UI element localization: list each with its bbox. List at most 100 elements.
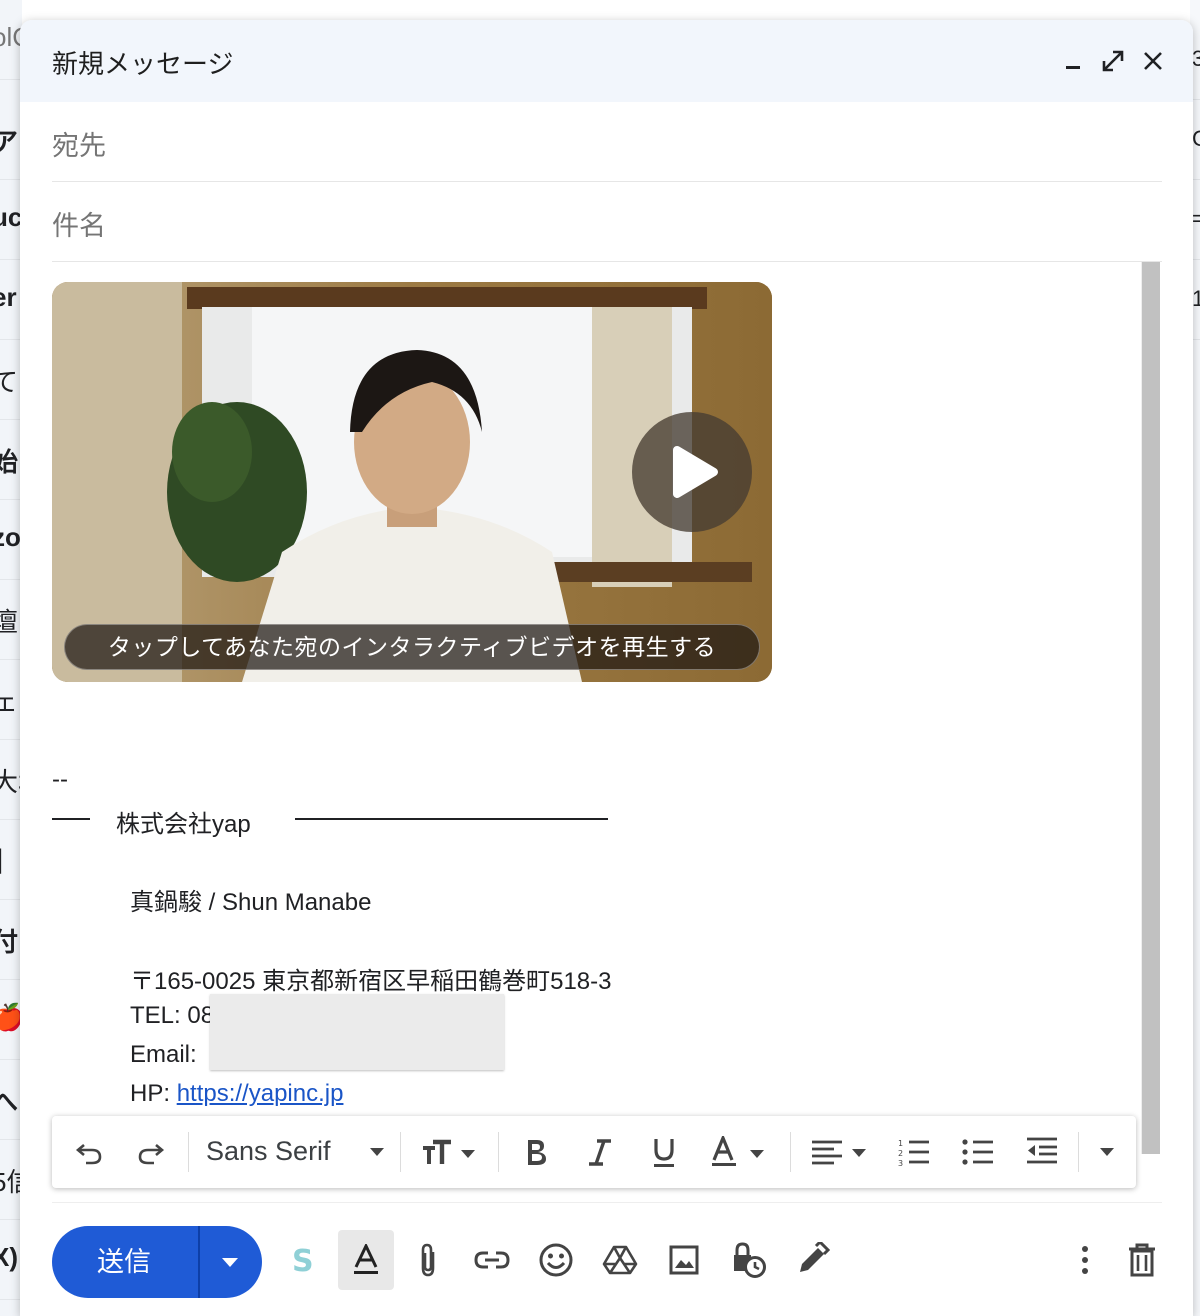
formatting-icon[interactable] bbox=[338, 1230, 394, 1290]
signature-icon[interactable] bbox=[784, 1230, 840, 1290]
inbox-row[interactable]: 始 bbox=[0, 420, 22, 500]
inbox-row-text: てい bbox=[0, 362, 22, 399]
toolbar-separator bbox=[188, 1132, 189, 1172]
inbox-row-text: 大3 bbox=[0, 762, 22, 799]
compose-window: 新規メッセージ 宛先 件名 タップしてあなた宛のインタラクティブビデオを再生する… bbox=[20, 20, 1193, 1316]
indent-less-icon[interactable] bbox=[1020, 1116, 1064, 1188]
to-placeholder: 宛先 bbox=[52, 131, 106, 161]
toolbar-separator bbox=[498, 1132, 499, 1172]
attach-icon[interactable] bbox=[400, 1230, 456, 1290]
inbox-row[interactable]: zo bbox=[0, 500, 22, 580]
inbox-row[interactable]: 大3 bbox=[0, 740, 22, 820]
font-size-icon[interactable] bbox=[414, 1116, 488, 1188]
inbox-row-text: = bbox=[1192, 206, 1200, 231]
trash-icon[interactable] bbox=[1114, 1230, 1170, 1290]
font-select[interactable]: Sans Serif bbox=[206, 1136, 331, 1167]
inbox-row-text: er bbox=[0, 282, 17, 312]
link-icon[interactable] bbox=[464, 1230, 520, 1290]
inbox-row[interactable]: 5信 bbox=[0, 1140, 22, 1220]
bulleted-list-icon[interactable] bbox=[956, 1116, 1000, 1188]
inbox-row-text: へ bbox=[0, 1082, 18, 1119]
inbox-row[interactable]: へ bbox=[0, 1060, 22, 1140]
signature-rule-right bbox=[295, 818, 608, 820]
signature-name: 真鍋駿 / Shun Manabe bbox=[130, 889, 372, 916]
inbox-row-text: 🍎 bbox=[0, 1002, 22, 1033]
inbox-row[interactable]: 🍎 bbox=[0, 980, 22, 1060]
signature-company: 株式会社yap bbox=[116, 811, 251, 838]
redo-icon[interactable] bbox=[126, 1116, 176, 1188]
subject-placeholder: 件名 bbox=[52, 211, 106, 241]
signature-rule-left bbox=[52, 818, 90, 820]
inbox-row[interactable]: 付 bbox=[0, 900, 22, 980]
redaction-box bbox=[210, 994, 504, 1070]
inbox-row[interactable]: 】 bbox=[0, 820, 22, 900]
bottom-divider bbox=[52, 1202, 1162, 1203]
inbox-row-text: ア bbox=[0, 122, 18, 159]
signature-separator: -- bbox=[52, 766, 68, 793]
s-extension-icon[interactable]: S bbox=[274, 1230, 330, 1290]
inbox-row-text: 壇 bbox=[0, 602, 18, 639]
inbox-row-text: 】 bbox=[0, 842, 18, 879]
toolbar-separator bbox=[400, 1132, 401, 1172]
svg-text:3: 3 bbox=[898, 1159, 903, 1167]
svg-text:2: 2 bbox=[898, 1149, 903, 1158]
emoji-icon[interactable] bbox=[528, 1230, 584, 1290]
inbox-row[interactable]: てい bbox=[0, 340, 22, 420]
chevron-down-icon[interactable] bbox=[362, 1116, 392, 1188]
underline-icon[interactable] bbox=[642, 1116, 686, 1188]
to-field[interactable]: 宛先 bbox=[52, 102, 1162, 182]
align-icon[interactable] bbox=[804, 1116, 876, 1188]
signature-tel: TEL: 08 bbox=[130, 1002, 215, 1029]
inbox-row[interactable]: er bbox=[0, 260, 22, 340]
photo-icon[interactable] bbox=[656, 1230, 712, 1290]
confidential-icon[interactable] bbox=[720, 1230, 776, 1290]
svg-text:S: S bbox=[292, 1244, 314, 1277]
chevron-down-icon bbox=[222, 1258, 238, 1267]
inbox-row[interactable]: ェミ bbox=[0, 660, 22, 740]
inbox-row-text: ェミ bbox=[0, 682, 22, 719]
send-button[interactable]: 送信 bbox=[52, 1226, 196, 1298]
inbox-row-text: C bbox=[1192, 126, 1200, 151]
compose-title: 新規メッセージ bbox=[52, 49, 234, 79]
drive-icon[interactable] bbox=[592, 1230, 648, 1290]
inbox-row[interactable]: olC bbox=[0, 0, 22, 80]
formatting-toolbar: Sans Serif 123 bbox=[52, 1116, 1136, 1188]
svg-text:1: 1 bbox=[898, 1139, 903, 1148]
subject-field[interactable]: 件名 bbox=[52, 182, 1162, 262]
compose-title-bar[interactable]: 新規メッセージ bbox=[20, 20, 1193, 102]
bold-icon[interactable] bbox=[514, 1116, 558, 1188]
italic-icon[interactable] bbox=[578, 1116, 622, 1188]
inbox-row[interactable]: 壇 bbox=[0, 580, 22, 660]
inbox-row-text: 1 bbox=[1192, 286, 1200, 311]
inbox-row-text: 5信 bbox=[0, 1162, 22, 1199]
text-color-icon[interactable] bbox=[706, 1116, 776, 1188]
signature-address: 〒165-0025 東京都新宿区早稲田鶴巻町518-3 bbox=[130, 968, 612, 995]
numbered-list-icon[interactable]: 123 bbox=[892, 1116, 936, 1188]
video-thumbnail[interactable]: タップしてあなた宛のインタラクティブビデオを再生する bbox=[52, 282, 772, 682]
more-formatting-icon[interactable] bbox=[1092, 1116, 1122, 1188]
inbox-row[interactable]: ア bbox=[0, 100, 22, 180]
expand-icon[interactable] bbox=[1100, 48, 1126, 74]
inbox-row-text: 3 bbox=[1192, 46, 1200, 71]
inbox-row[interactable]: uc bbox=[0, 180, 22, 260]
more-options-icon[interactable] bbox=[1058, 1230, 1112, 1290]
play-icon[interactable] bbox=[632, 412, 752, 532]
signature-hp: HP: https://yapinc.jp bbox=[130, 1080, 343, 1108]
signature-hp-label: HP: bbox=[130, 1080, 171, 1107]
send-button-group: 送信 bbox=[52, 1226, 262, 1298]
minimize-icon[interactable] bbox=[1060, 48, 1086, 74]
schedule-send-button[interactable] bbox=[198, 1226, 262, 1298]
inbox-row-text: uc bbox=[0, 202, 22, 232]
toolbar-separator bbox=[790, 1132, 791, 1172]
undo-icon[interactable] bbox=[64, 1116, 114, 1188]
video-caption[interactable]: タップしてあなた宛のインタラクティブビデオを再生する bbox=[64, 624, 760, 670]
inbox-row[interactable]: X) bbox=[0, 1220, 22, 1300]
inbox-row-text: 始 bbox=[0, 442, 18, 479]
inbox-row-text: zo bbox=[0, 522, 21, 552]
inbox-background-left: olC ア uc er てい 始 zo 壇 ェミ 大3 】 付 🍎 へ 5信 X… bbox=[0, 0, 22, 1316]
inbox-row-text: X) bbox=[0, 1242, 18, 1272]
close-icon[interactable] bbox=[1140, 48, 1166, 74]
inbox-row-text: olC bbox=[0, 22, 22, 52]
signature-hp-link[interactable]: https://yapinc.jp bbox=[177, 1080, 344, 1107]
scrollbar-thumb[interactable] bbox=[1142, 262, 1160, 1154]
